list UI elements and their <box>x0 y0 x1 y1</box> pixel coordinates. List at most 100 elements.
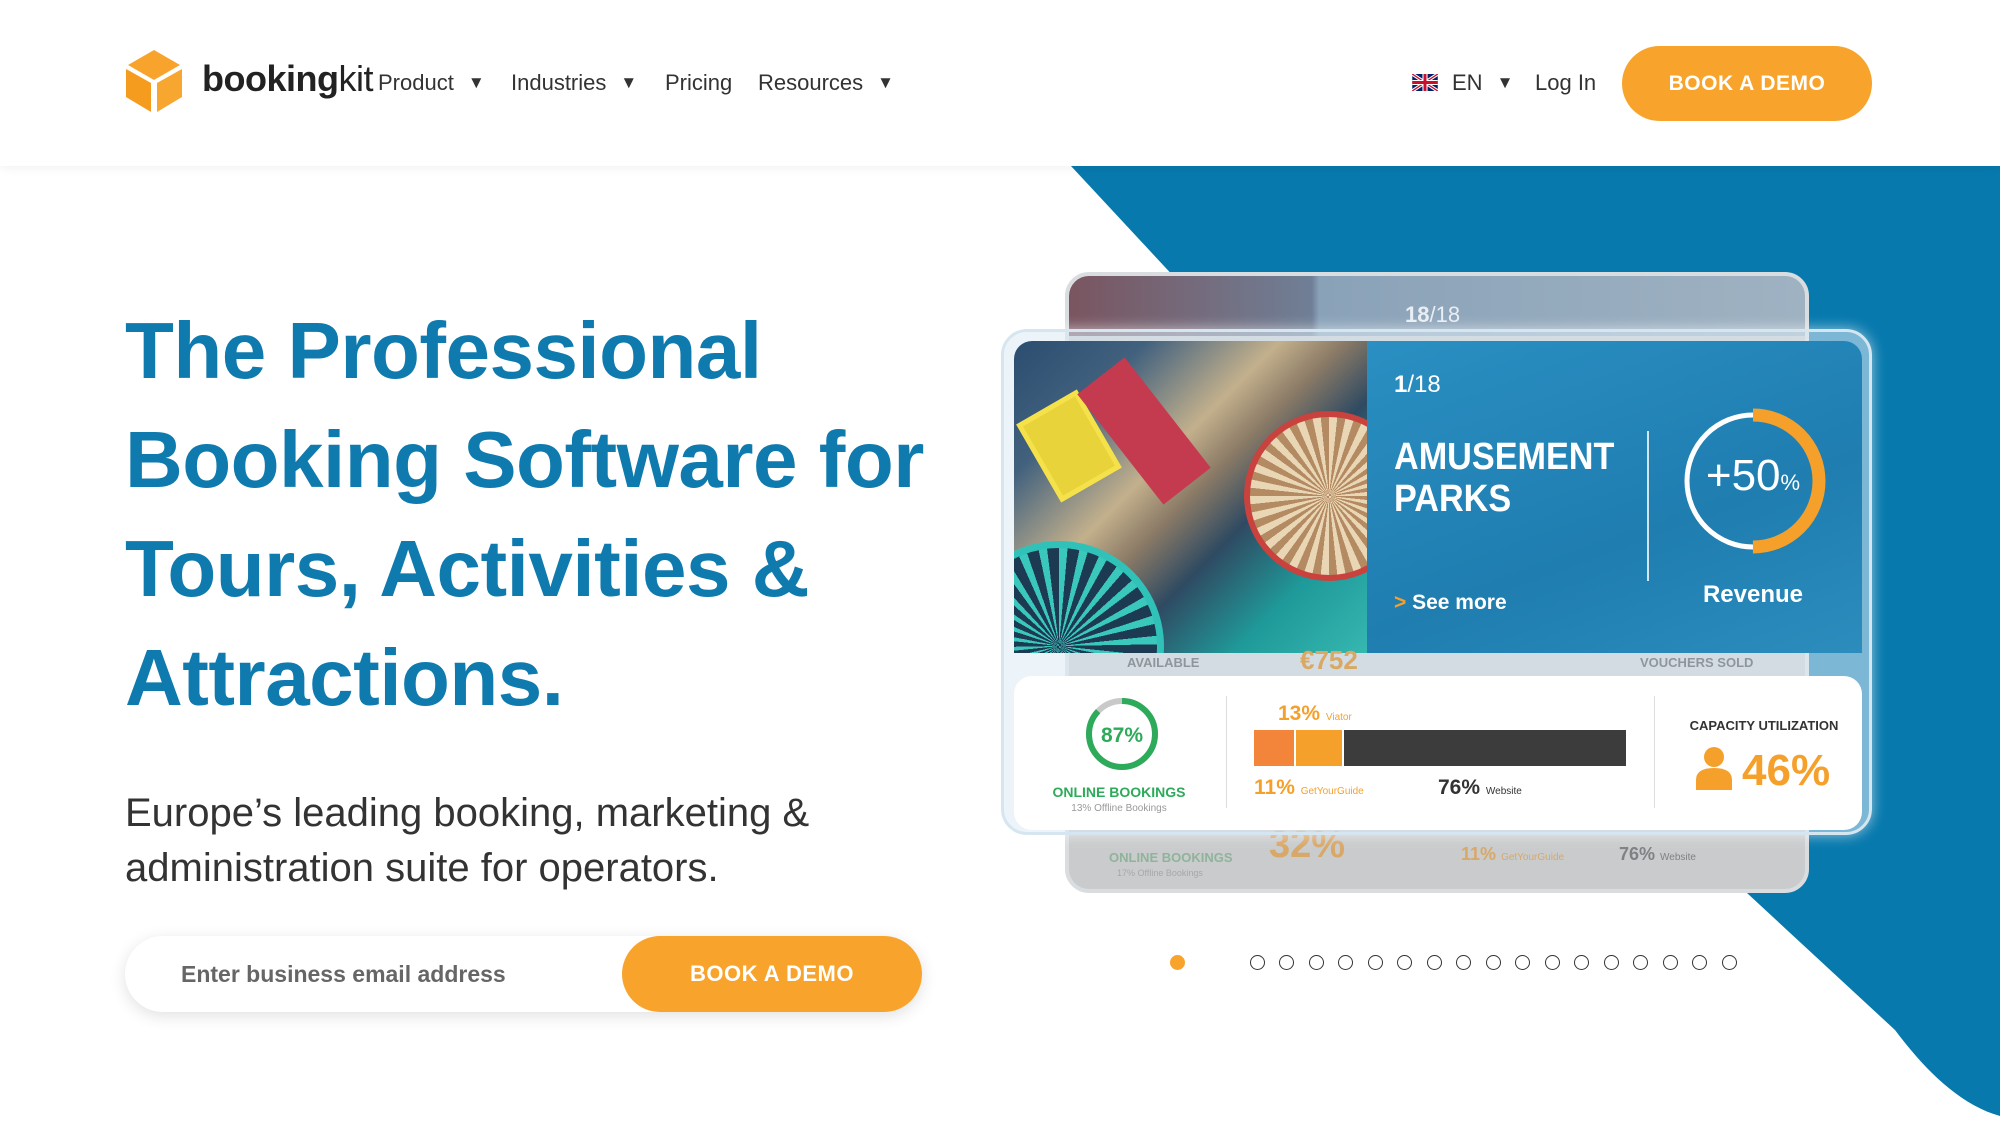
counter-current: 1 <box>1394 371 1408 398</box>
caret-down-icon: ▼ <box>1496 73 1514 92</box>
booking-stats-panel: 87% ONLINE BOOKINGS 13% Offline Bookings… <box>1014 676 1862 830</box>
see-more-label: See more <box>1412 591 1507 614</box>
ring-value: +50 <box>1705 451 1781 500</box>
nav-label: Resources <box>758 70 864 95</box>
business-email-input[interactable] <box>125 936 625 1012</box>
bar-segment-getyourguide <box>1254 730 1294 766</box>
back-stat-available: AVAILABLE <box>1127 655 1200 670</box>
slider-dot-18[interactable] <box>1721 955 1737 970</box>
channel-viator: 13% Viator <box>1278 702 1352 726</box>
brand-bold: booking <box>202 58 339 99</box>
slider-dot-17[interactable] <box>1692 955 1707 970</box>
hero-title-line: The Professional <box>125 306 762 395</box>
slider-dot-1[interactable] <box>1170 955 1185 970</box>
login-label: Log In <box>1535 70 1597 95</box>
caret-down-icon: ▼ <box>877 73 894 92</box>
online-bookings-label: ONLINE BOOKINGS <box>1052 784 1186 800</box>
industry-line: PARKS <box>1394 478 1512 520</box>
nav-resources[interactable]: Resources ▼ <box>758 70 894 96</box>
nav-industries[interactable]: Industries ▼ <box>511 70 637 96</box>
slider-dot-14[interactable] <box>1603 955 1619 970</box>
slider-dot-4[interactable] <box>1308 955 1324 970</box>
industry-panel: 1/18 AMUSEMENT PARKS > See more +50% Rev… <box>1367 341 1862 653</box>
brand-light: kit <box>338 58 373 99</box>
back-slide-counter: 18/18 <box>1405 302 1460 328</box>
ring-unit: % <box>1780 470 1801 495</box>
caret-down-icon: ▼ <box>620 73 638 92</box>
nav-pricing[interactable]: Pricing <box>665 70 732 96</box>
slider-dot-10[interactable] <box>1485 955 1501 970</box>
uk-flag-icon[interactable] <box>1412 74 1438 91</box>
channel-bar <box>1254 730 1626 766</box>
revenue-label: Revenue <box>1702 581 1804 608</box>
back-stat: 17% Offline Bookings <box>1117 868 1203 878</box>
back-stat: GetYourGuide <box>1501 852 1565 863</box>
counter-total: /18 <box>1407 371 1441 398</box>
demo-signup-form: BOOK A DEMO <box>125 936 922 1012</box>
slider-dot-15[interactable] <box>1633 955 1648 970</box>
slider-dot-6[interactable] <box>1367 955 1383 970</box>
back-stat: Website <box>1660 852 1696 863</box>
login-link[interactable]: Log In <box>1535 70 1596 96</box>
bar-segment-viator <box>1296 730 1342 766</box>
channel-website: 76% Website <box>1438 776 1522 800</box>
slider-dot-5[interactable] <box>1338 955 1353 970</box>
person-icon <box>1696 747 1732 790</box>
hero-subtitle-line: Europe’s leading booking, marketing & <box>125 791 810 835</box>
industry-line: AMUSEMENT <box>1394 436 1615 478</box>
slider-dot-12[interactable] <box>1544 955 1560 970</box>
capacity-value: 46% <box>1742 746 1831 795</box>
hero-title-line: Tours, Activities & <box>125 524 809 613</box>
nav-product[interactable]: Product ▼ <box>378 70 485 96</box>
divider <box>1647 431 1649 581</box>
back-stat: 11% <box>1461 844 1497 864</box>
channel-getyourguide: 11% GetYourGuide <box>1254 776 1364 800</box>
brand-name[interactable]: bookingkit <box>202 58 373 100</box>
nav-label: Industries <box>511 70 607 95</box>
back-stat: 76% <box>1619 844 1656 864</box>
hero-title: The Professional Booking Software for To… <box>125 296 945 732</box>
slider-dot-8[interactable] <box>1426 955 1442 970</box>
offline-bookings-label: 13% Offline Bookings <box>1071 803 1167 814</box>
hero-subtitle: Europe’s leading booking, marketing & ad… <box>125 786 925 896</box>
channel-value: 13% <box>1278 702 1321 725</box>
back-stat-vouchers-sold: VOUCHERS SOLD <box>1640 655 1754 670</box>
slider-dot-7[interactable] <box>1397 955 1412 970</box>
slider-dot-13[interactable] <box>1574 955 1589 970</box>
channel-name: Viator <box>1325 712 1352 723</box>
chevron-right-icon: > <box>1394 591 1407 614</box>
capacity-label: CAPACITY UTILIZATION <box>1689 718 1839 733</box>
slider-pagination <box>1170 955 1737 970</box>
see-more-link[interactable]: > See more <box>1394 591 1507 615</box>
online-bookings-ring: 87% <box>1086 698 1158 770</box>
nav-label: Pricing <box>665 70 733 95</box>
amusement-park-photo <box>1014 341 1367 653</box>
counter-current: 18 <box>1405 302 1430 327</box>
book-demo-nav-button[interactable]: BOOK A DEMO <box>1622 46 1872 121</box>
caret-down-icon: ▼ <box>467 73 485 92</box>
slider-dot-11[interactable] <box>1515 955 1530 970</box>
online-percent: 87% <box>1101 724 1143 747</box>
slider-dot-3[interactable] <box>1279 955 1294 970</box>
bookingkit-logo-icon[interactable] <box>126 50 182 112</box>
slider-dot-2[interactable] <box>1249 955 1265 970</box>
slide-card-front[interactable]: 1/18 AMUSEMENT PARKS > See more +50% Rev… <box>1001 329 1872 835</box>
slider-dot-9[interactable] <box>1456 955 1471 970</box>
counter-total: /18 <box>1429 302 1461 327</box>
bar-segment-website <box>1344 730 1626 766</box>
channel-name: Website <box>1485 786 1522 797</box>
channel-value: 76% <box>1438 776 1481 799</box>
hero-title-line: Booking Software for <box>125 415 924 504</box>
revenue-value: +50% <box>1678 451 1828 501</box>
channel-name: GetYourGuide <box>1300 786 1364 797</box>
industry-name: AMUSEMENT PARKS <box>1394 436 1614 520</box>
language-label: EN <box>1452 70 1483 95</box>
hero-title-line: Attractions. <box>125 633 564 722</box>
slider-dot-16[interactable] <box>1662 955 1678 970</box>
language-selector[interactable]: EN ▼ <box>1452 70 1513 96</box>
nav-label: Product <box>378 70 454 95</box>
channel-value: 11% <box>1254 776 1295 799</box>
hero-subtitle-line: administration suite for operators. <box>125 846 719 890</box>
book-demo-form-button[interactable]: BOOK A DEMO <box>622 936 922 1012</box>
back-stat-price: €752 <box>1300 645 1358 675</box>
